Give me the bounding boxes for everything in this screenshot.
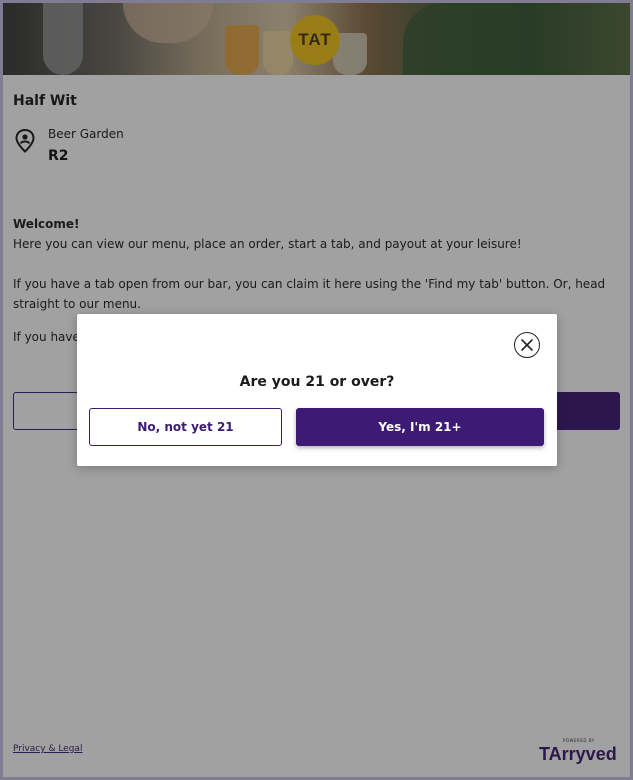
- under-21-button[interactable]: No, not yet 21: [89, 408, 282, 446]
- close-button[interactable]: [514, 332, 540, 358]
- age-verification-dialog: Are you 21 or over? No, not yet 21 Yes, …: [77, 314, 557, 466]
- age-question: Are you 21 or over?: [239, 374, 395, 390]
- over-21-button[interactable]: Yes, I'm 21+: [296, 408, 544, 446]
- close-icon: [521, 339, 533, 351]
